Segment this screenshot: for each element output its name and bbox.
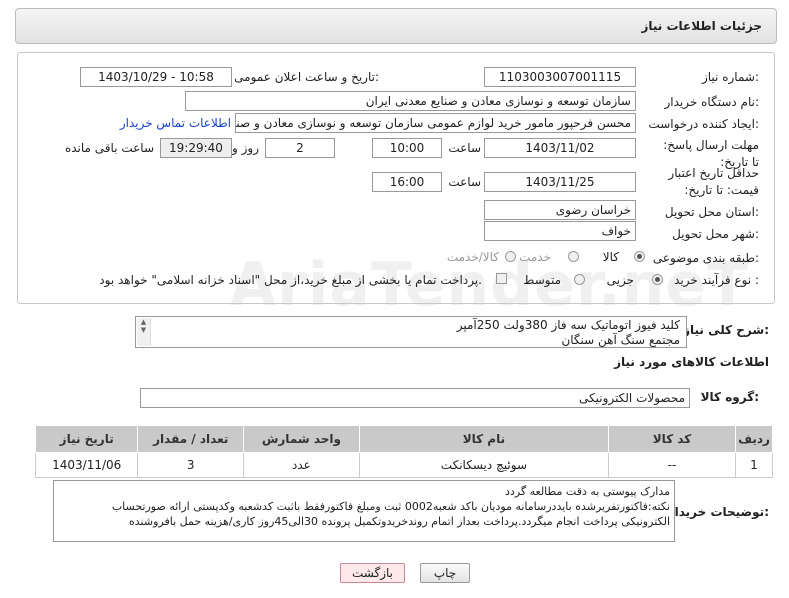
table-row: 1403/11/06 3 عدد سوئیچ دیسکانکت -- 1 — [34, 452, 773, 478]
province-field: خراسان رضوی — [484, 200, 636, 220]
announce-field: 1403/10/29 - 10:58 — [80, 67, 232, 87]
creator-field: محسن فرحپور مامور خرید لوازم عمومی سازما… — [235, 113, 636, 133]
category-label: طبقه بندی موضوعی: — [652, 251, 759, 265]
page-title: جزئیات اطلاعات نیاز — [641, 19, 762, 33]
price-validity-label: حداقل تاریخ اعتبار قیمت: تا تاریخ: — [668, 166, 759, 197]
goods-table-header: تاریخ نیاز تعداد / مقدار واحد شمارش نام … — [34, 425, 773, 453]
buyer-org-field: سازمان توسعه و نوسازی معادن و صنایع معدن… — [185, 91, 636, 111]
buyer-notes-line: مدارک پیوستی به دقت مطالعه گردد — [505, 485, 670, 498]
col-header-row: ردیف — [735, 425, 773, 453]
creator-label: ایجاد کننده درخواست: — [648, 117, 759, 131]
description-line: کلید فیوز اتوماتیک سه فاز 380ولت 250آمپر — [456, 318, 680, 332]
cell-quantity: 3 — [137, 452, 245, 478]
category-option-goods: کالا — [602, 250, 619, 264]
goods-table: تاریخ نیاز تعداد / مقدار واحد شمارش نام … — [34, 425, 773, 478]
price-date-field: 1403/11/25 — [484, 172, 636, 192]
cell-row-number: 1 — [735, 452, 773, 478]
description-box[interactable]: کلید فیوز اتوماتیک سه فاز 380ولت 250آمپر… — [135, 316, 687, 348]
city-field: خواف — [484, 221, 636, 241]
category-radio-goods[interactable] — [634, 251, 645, 262]
description-line: مجتمع سنگ آهن سنگان — [561, 333, 680, 347]
purchase-radio-medium[interactable] — [574, 274, 585, 285]
province-label: استان محل تحویل: — [664, 205, 759, 219]
purchase-type-label: نوع فرآیند خرید : — [674, 273, 759, 287]
reply-time-field: 10:00 — [372, 138, 442, 158]
col-header-unit: واحد شمارش — [243, 425, 360, 453]
buyer-org-label: نام دستگاه خریدار: — [664, 95, 760, 109]
col-header-goods-code: کد کالا — [608, 425, 736, 453]
price-time-label: ساعت — [448, 175, 481, 189]
category-radio-service[interactable] — [568, 251, 579, 262]
days-field: 2 — [265, 138, 335, 158]
page-header: جزئیات اطلاعات نیاز — [15, 8, 777, 44]
print-button[interactable]: چاپ — [420, 563, 470, 583]
scroll-arrows-icon: ▲ ▼ — [140, 318, 147, 334]
goods-group-label: گروه کالا: — [700, 390, 759, 404]
goods-section-title: اطلاعات کالاهای مورد نیاز — [614, 355, 769, 369]
goods-group-field: محصولات الکترونیکی — [140, 388, 690, 408]
buyer-notes-line: نکته:فاکتورتفریرشده بایددرسامانه مودیان … — [111, 500, 670, 513]
description-label: شرح کلی نیاز: — [683, 323, 769, 337]
reply-time-label: ساعت — [448, 141, 481, 155]
remaining-time-field: 19:29:40 — [160, 138, 232, 158]
category-radio-goods-service[interactable] — [505, 251, 516, 262]
description-scrollbar[interactable]: ▲ ▼ — [137, 318, 151, 346]
need-number-field: 1103003007001115 — [484, 67, 636, 87]
cell-unit: عدد — [243, 452, 360, 478]
purchase-option-minor: جزیی — [606, 273, 634, 287]
back-button[interactable]: بازگشت — [340, 563, 405, 583]
need-number-label: شماره نیاز: — [701, 70, 759, 84]
cell-goods-name: سوئیچ دیسکانکت — [358, 452, 610, 478]
days-label: روز و — [232, 141, 259, 155]
cell-goods-code: -- — [608, 452, 736, 478]
treasury-payment-checkbox[interactable] — [496, 273, 507, 284]
remaining-label: ساعت باقی مانده — [64, 141, 154, 155]
city-label: شهر محل تحویل: — [672, 227, 759, 241]
buyer-notes-line: الکترونیکی پرداخت انجام میگردد.پرداخت بع… — [129, 515, 670, 528]
treasury-payment-note: پرداخت تمام یا بخشی از مبلغ خرید،از محل … — [99, 273, 482, 287]
col-header-need-date: تاریخ نیاز — [34, 425, 139, 453]
contact-info-link[interactable]: اطلاعات تماس خریدار — [120, 116, 231, 130]
price-time-field: 16:00 — [372, 172, 442, 192]
reply-date-field: 1403/11/02 — [484, 138, 636, 158]
buyer-notes-label: توضیحات خریدار: — [667, 505, 769, 519]
purchase-radio-minor[interactable] — [652, 274, 663, 285]
cell-need-date: 1403/11/06 — [34, 452, 139, 478]
category-option-goods-service: کالا/خدمت — [446, 250, 499, 264]
purchase-option-medium: متوسط — [523, 273, 561, 287]
col-header-quantity: تعداد / مقدار — [137, 425, 245, 453]
announce-label: تاریخ و ساعت اعلان عمومی: — [234, 70, 379, 84]
category-option-service: خدمت — [519, 250, 551, 264]
buyer-notes-box[interactable]: مدارک پیوستی به دقت مطالعه گردد نکته:فاک… — [53, 480, 675, 542]
col-header-goods-name: نام کالا — [358, 425, 610, 453]
